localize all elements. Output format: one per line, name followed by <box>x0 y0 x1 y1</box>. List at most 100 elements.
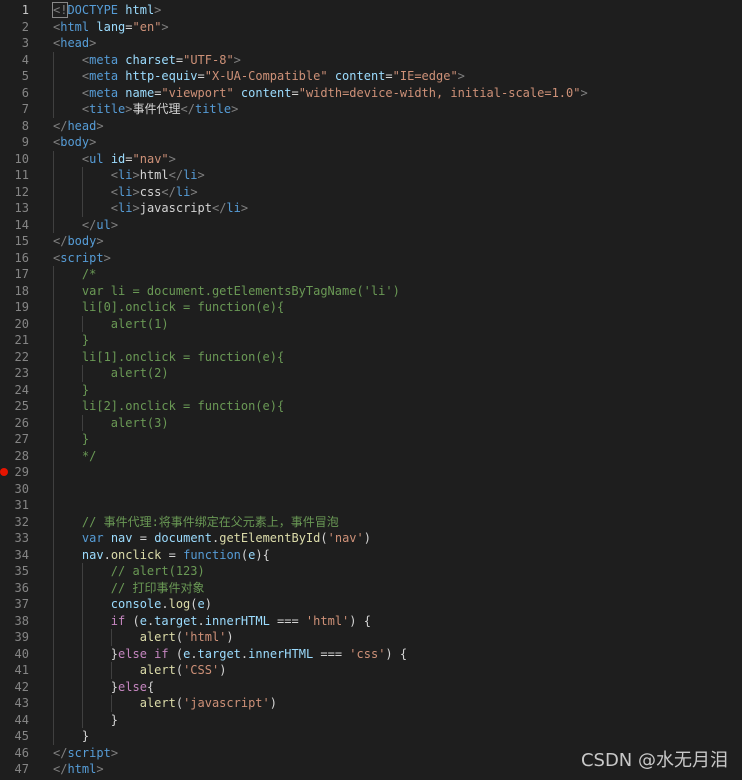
code-text: alert('html') <box>53 629 234 646</box>
code-line[interactable]: 11 <li>html</li> <box>0 167 742 184</box>
code-line[interactable]: 16 <script> <box>0 250 742 267</box>
code-line[interactable]: 7 <title>事件代理</title> <box>0 101 742 118</box>
code-token: } <box>81 382 90 397</box>
code-line[interactable]: 33 var nav = document.getElementById('na… <box>0 530 742 547</box>
code-token: /* <box>81 267 97 281</box>
line-number: 17 <box>14 267 29 281</box>
code-token: document <box>154 531 212 545</box>
code-token: "viewport" <box>161 85 234 100</box>
code-line[interactable]: 35 // alert(123) <box>0 563 742 580</box>
code-token: > <box>190 184 198 199</box>
code-token: 'html' <box>305 613 350 628</box>
code-token: lang <box>96 19 126 34</box>
code-line[interactable]: 13 <li>javascript</li> <box>0 200 742 217</box>
code-line[interactable]: 32 // 事件代理:将事件绑定在父元素上，事件冒泡 <box>0 514 742 531</box>
code-line[interactable]: 34 nav.onclick = function(e){ <box>0 547 742 564</box>
code-line[interactable]: 1 <!DOCTYPE html> <box>0 2 742 19</box>
code-token: . <box>190 646 198 661</box>
code-token: target <box>197 646 241 661</box>
code-text: <body> <box>53 134 96 151</box>
code-line[interactable]: 17 /* <box>0 266 742 283</box>
code-token: getElementById <box>219 531 321 545</box>
code-token: else <box>118 679 147 694</box>
code-line[interactable]: 40 }else if (e.target.innerHTML === 'css… <box>0 646 742 663</box>
code-line[interactable]: 8 </head> <box>0 118 742 135</box>
code-line[interactable]: 9 <body> <box>0 134 742 151</box>
code-line[interactable]: 36 // 打印事件对象 <box>0 580 742 597</box>
code-line[interactable]: 4 <meta charset="UTF-8"> <box>0 52 742 69</box>
code-line[interactable]: 12 <li>css</li> <box>0 184 742 201</box>
code-token: </ <box>180 102 195 116</box>
code-line[interactable]: 21 } <box>0 332 742 349</box>
code-token: DOCTYPE <box>67 3 119 17</box>
code-token: ) { <box>385 646 408 661</box>
code-token: var <box>81 531 104 545</box>
indent-guide <box>53 51 54 118</box>
code-line[interactable]: 6 <meta name="viewport" content="width=d… <box>0 85 742 102</box>
code-line[interactable]: 26 alert(3) <box>0 415 742 432</box>
code-token: log <box>168 597 191 611</box>
code-line[interactable]: 22 li[1].onclick = function(e){ <box>0 349 742 366</box>
code-text: /* <box>53 266 96 283</box>
code-token: ( <box>320 531 328 545</box>
code-token: > <box>96 234 104 248</box>
code-token: "UTF-8" <box>183 52 234 67</box>
code-token: } <box>81 432 90 446</box>
code-token: name <box>125 85 155 100</box>
line-number: 30 <box>14 481 29 496</box>
code-editor[interactable]: 1 <!DOCTYPE html> 2 <html lang="en"> 3 <head>… <box>0 0 742 780</box>
code-line[interactable]: 5 <meta http-equiv="X-UA-Compatible" con… <box>0 68 742 85</box>
code-line[interactable]: 27 } <box>0 431 742 448</box>
code-line[interactable]: 19 li[0].onclick = function(e){ <box>0 299 742 316</box>
code-token: > <box>132 184 140 199</box>
code-text: } <box>53 431 89 448</box>
code-token: > <box>240 201 249 215</box>
code-token: innerHTML <box>204 613 270 628</box>
line-number: 12 <box>14 184 29 199</box>
code-line[interactable]: 25 li[2].onclick = function(e){ <box>0 398 742 415</box>
code-line[interactable]: 44 } <box>0 712 742 729</box>
code-line[interactable]: 20 alert(1) <box>0 316 742 333</box>
line-number: 7 <box>21 102 29 116</box>
code-text: var nav = document.getElementById('nav') <box>53 530 371 547</box>
code-token: </ <box>81 217 97 232</box>
code-line[interactable]: 23 alert(2) <box>0 365 742 382</box>
code-line[interactable]: 24 } <box>0 382 742 399</box>
code-line[interactable]: 29 <box>0 464 742 481</box>
code-token: ) <box>219 663 227 677</box>
code-token: </ <box>53 118 68 133</box>
code-line[interactable]: 3 <head> <box>0 35 742 52</box>
code-line[interactable]: 31 <box>0 497 742 514</box>
code-token: content <box>240 85 292 100</box>
code-line[interactable]: 30 <box>0 481 742 498</box>
indent-guide <box>81 167 83 217</box>
line-number: 21 <box>14 333 29 347</box>
code-line[interactable]: 37 console.log(e) <box>0 596 742 613</box>
line-number: 15 <box>14 234 29 248</box>
code-token: li[2].onclick = function(e){ <box>81 399 285 413</box>
code-line[interactable]: 45 } <box>0 728 742 745</box>
code-line[interactable]: 18 var li = document.getElementsByTagNam… <box>0 283 742 300</box>
code-token: </ <box>168 168 184 182</box>
code-token: head <box>60 36 90 50</box>
code-token: </ <box>53 745 68 760</box>
code-line[interactable]: 15 </body> <box>0 233 742 250</box>
indent-guide <box>81 563 83 728</box>
code-token: "X-UA-Compatible" <box>204 69 328 83</box>
code-line[interactable]: 38 if (e.target.innerHTML === 'html') { <box>0 613 742 630</box>
code-token: 'html' <box>183 630 227 644</box>
code-text: // 事件代理:将事件绑定在父元素上，事件冒泡 <box>53 514 339 531</box>
code-line[interactable]: 10 <ul id="nav"> <box>0 151 742 168</box>
code-line[interactable]: 28 */ <box>0 448 742 465</box>
code-token: === <box>313 646 350 661</box>
code-line[interactable]: 2 <html lang="en"> <box>0 19 742 36</box>
line-number: 32 <box>14 514 29 529</box>
code-line[interactable]: 42 }else{ <box>0 679 742 696</box>
code-text: <meta charset="UTF-8"> <box>53 52 241 69</box>
line-number: 16 <box>14 250 29 265</box>
code-line[interactable]: 14 </ul> <box>0 217 742 234</box>
code-token: < <box>110 168 119 182</box>
